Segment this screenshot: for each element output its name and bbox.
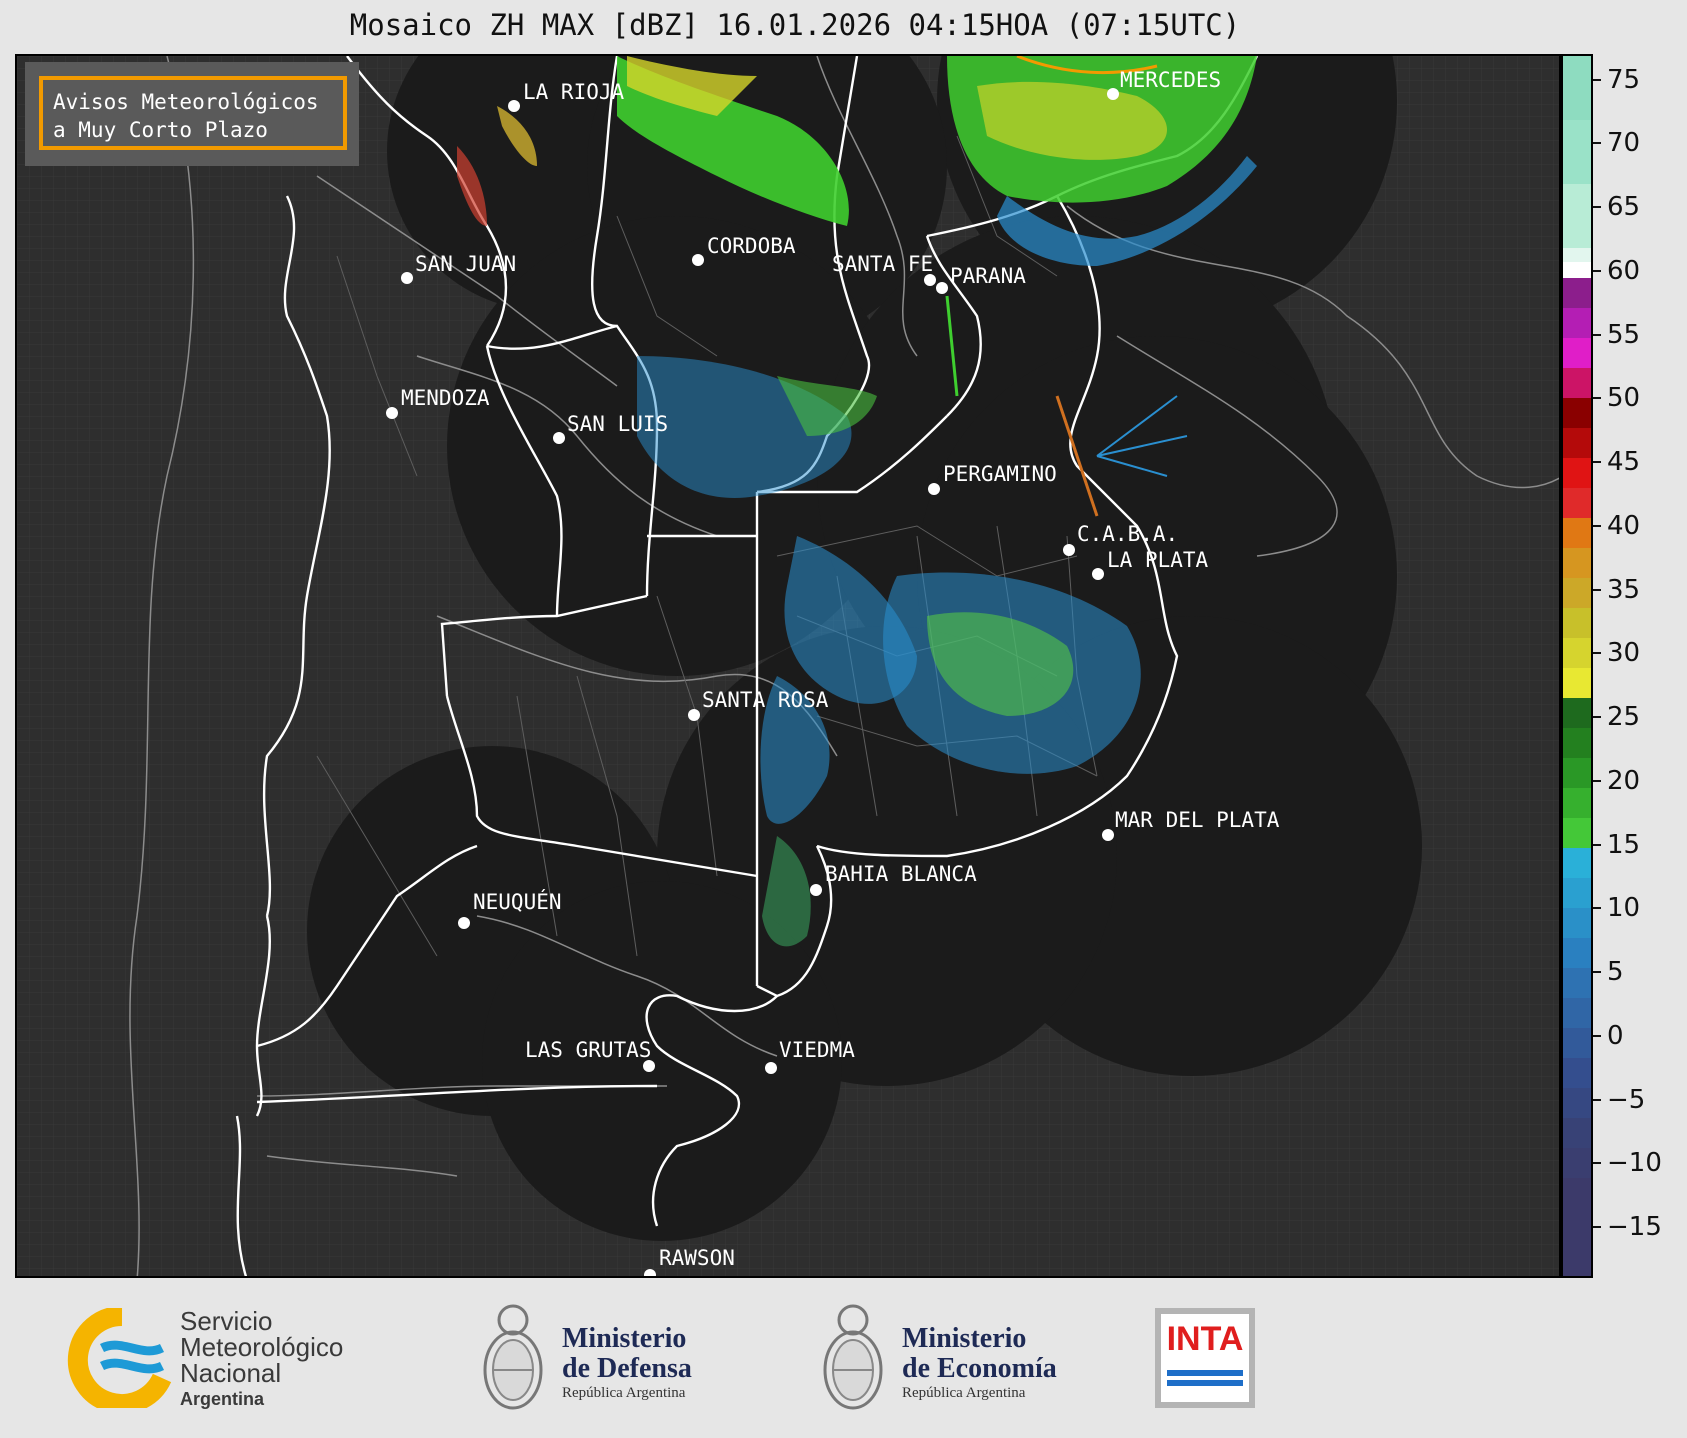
city-label-san-juan: SAN JUAN <box>415 252 517 276</box>
city-marker-san-luis[interactable] <box>553 432 565 444</box>
colorbar-gradient <box>1563 56 1591 1276</box>
coat-of-arms-defensa-icon <box>480 1298 546 1418</box>
smn-line-3: Nacional <box>180 1358 282 1388</box>
inta-logo-icon: INTA <box>1155 1308 1255 1408</box>
city-marker-viedma[interactable] <box>765 1062 777 1074</box>
map-title: Mosaico ZH MAX [dBZ] 16.01.2026 04:15HOA… <box>349 8 1241 42</box>
defensa-line-2: de Defensa <box>562 1353 692 1384</box>
colorbar-tick-label: 55 <box>1593 322 1640 348</box>
city-label-mendoza: MENDOZA <box>401 386 490 410</box>
radar-map[interactable]: Avisos Meteorológicos a Muy Corto Plazo … <box>15 54 1561 1278</box>
city-label-mercedes: MERCEDES <box>1120 68 1222 92</box>
dbz-colorbar <box>1561 54 1593 1278</box>
smn-line-1: Servicio <box>180 1306 273 1336</box>
economia-name: Ministerio de Economía República Argenti… <box>902 1324 1057 1402</box>
city-label-neuquen: NEUQUÉN <box>473 890 562 914</box>
colorbar-tick-label: −15 <box>1593 1214 1662 1240</box>
notice-line-1: Avisos Meteorológicos <box>53 90 319 114</box>
footer-logos: Servicio Meteorológico Nacional Argentin… <box>0 1278 1687 1438</box>
defensa-line-1: Ministerio <box>562 1323 687 1354</box>
colorbar-tick-label: 25 <box>1593 704 1640 730</box>
city-marker-mercedes[interactable] <box>1107 88 1119 100</box>
inta-label: INTA <box>1166 1320 1244 1358</box>
city-label-caba: C.A.B.A. <box>1077 522 1179 546</box>
colorbar-tick-label: 40 <box>1593 513 1640 539</box>
notice-box[interactable]: Avisos Meteorológicos a Muy Corto Plazo <box>39 76 347 150</box>
smn-name: Servicio Meteorológico Nacional Argentin… <box>180 1308 343 1412</box>
colorbar-tick-label: −10 <box>1593 1150 1662 1176</box>
city-label-la-plata: LA PLATA <box>1107 548 1209 572</box>
economia-line-3: República Argentina <box>902 1385 1026 1401</box>
city-label-viedma: VIEDMA <box>779 1038 855 1062</box>
city-label-las-grutas: LAS GRUTAS <box>525 1038 652 1062</box>
city-label-pergamino: PERGAMINO <box>943 462 1057 486</box>
defensa-line-3: República Argentina <box>562 1385 686 1401</box>
colorbar-tick-label: 65 <box>1593 194 1640 220</box>
city-marker-pergamino[interactable] <box>928 483 940 495</box>
city-label-santa-fe: SANTA FE <box>832 252 934 276</box>
city-marker-bahia-blanca[interactable] <box>810 884 822 896</box>
city-marker-la-rioja[interactable] <box>508 100 520 112</box>
city-marker-santa-rosa[interactable] <box>688 709 700 721</box>
city-marker-caba[interactable] <box>1063 544 1075 556</box>
colorbar-tick-label: 45 <box>1593 449 1640 475</box>
colorbar-tick-label: 70 <box>1593 130 1640 156</box>
colorbar-tick-label: 50 <box>1593 385 1640 411</box>
colorbar-tick-label: 30 <box>1593 640 1640 666</box>
city-label-santa-rosa: SANTA ROSA <box>702 688 829 712</box>
city-marker-cordoba[interactable] <box>692 254 704 266</box>
smn-line-4: Argentina <box>180 1389 265 1409</box>
colorbar-ticks: 75 70 65 60 55 50 45 40 35 30 25 20 15 10 5 0 −5 −10 −15 <box>1593 54 1687 1278</box>
colorbar-tick-label: 10 <box>1593 895 1640 921</box>
smn-logo-icon <box>62 1305 172 1414</box>
coat-of-arms-economia-icon <box>820 1298 886 1418</box>
colorbar-tick-label: −5 <box>1593 1087 1645 1113</box>
city-label-san-luis: SAN LUIS <box>567 412 669 436</box>
colorbar-bands <box>1563 56 1591 1276</box>
smn-line-2: Meteorológico <box>180 1332 344 1362</box>
city-marker-neuquen[interactable] <box>458 917 470 929</box>
colorbar-tick-label: 0 <box>1593 1023 1624 1049</box>
colorbar-tick-label: 75 <box>1593 67 1640 93</box>
city-marker-san-juan[interactable] <box>401 272 413 284</box>
notice-panel: Avisos Meteorológicos a Muy Corto Plazo <box>25 62 359 166</box>
economia-line-1: Ministerio <box>902 1323 1027 1354</box>
defensa-name: Ministerio de Defensa República Argentin… <box>562 1324 692 1402</box>
colorbar-tick-label: 5 <box>1593 959 1624 985</box>
city-label-rawson: RAWSON <box>659 1246 735 1270</box>
city-label-la-rioja: LA RIOJA <box>523 80 625 104</box>
city-marker-mar-del-plata[interactable] <box>1102 829 1114 841</box>
city-label-cordoba: CORDOBA <box>707 234 796 258</box>
colorbar-tick-label: 15 <box>1593 832 1640 858</box>
notice-line-2: a Muy Corto Plazo <box>53 118 268 142</box>
city-label-mar-del-plata: MAR DEL PLATA <box>1115 808 1280 832</box>
city-marker-rawson[interactable] <box>644 1269 656 1276</box>
colorbar-tick-label: 60 <box>1593 258 1640 284</box>
colorbar-tick-label: 20 <box>1593 768 1640 794</box>
city-marker-parana[interactable] <box>936 282 948 294</box>
economia-line-2: de Economía <box>902 1353 1057 1384</box>
city-marker-mendoza[interactable] <box>386 407 398 419</box>
city-label-bahia-blanca: BAHIA BLANCA <box>825 862 977 886</box>
colorbar-tick-label: 35 <box>1593 577 1640 603</box>
city-label-parana: PARANA <box>950 264 1026 288</box>
city-marker-la-plata[interactable] <box>1092 568 1104 580</box>
